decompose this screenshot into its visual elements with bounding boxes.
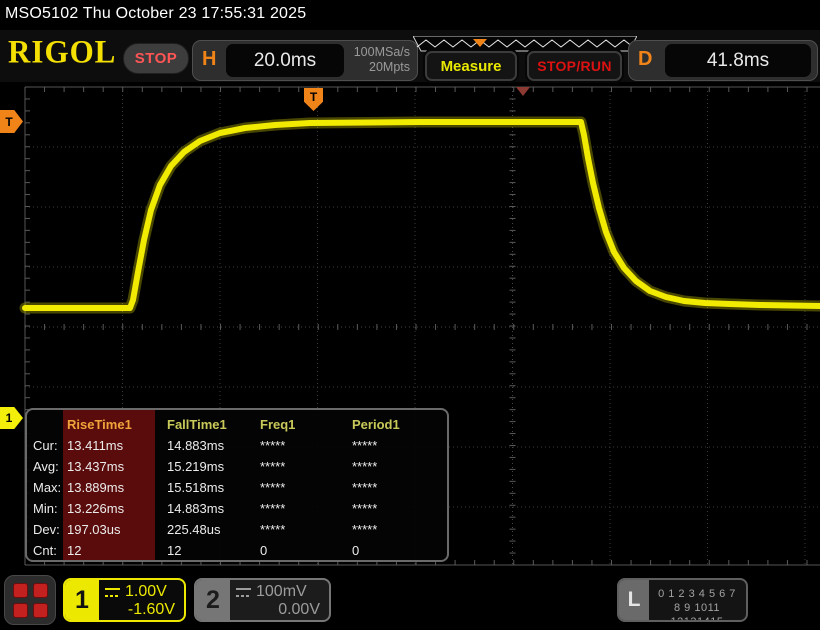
oscilloscope-screen: MSO5102 Thu October 23 17:55:31 2025 RIG… [0,0,820,630]
row-label: Dev: [33,522,60,537]
sample-rate: 100MSa/s [353,45,410,59]
cell: ***** [352,501,378,516]
channel2-badge[interactable]: 2 100mV 0.00V [194,578,331,622]
measurement-grid: RiseTime1 FallTime1 Freq1 Period1 Cur: 1… [27,410,447,561]
run-state-label: STOP [134,50,178,67]
run-state-badge[interactable]: STOP [123,43,189,74]
la-label: L [619,580,649,620]
cell: 12 [67,543,82,558]
channel2-number: 2 [196,580,230,620]
red-square-icon [32,602,48,618]
measurement-table[interactable]: RiseTime1 FallTime1 Freq1 Period1 Cur: 1… [25,408,449,562]
cell: 0 [260,543,268,558]
cell: 13.889ms [67,480,125,495]
stop-run-button-label: STOP/RUN [537,58,612,74]
cell: ***** [260,459,286,474]
stop-run-button[interactable]: STOP/RUN [527,51,622,81]
delay-position-marker [516,87,530,96]
channel1-scale: 1.00V [125,583,167,600]
top-status-bar: MSO5102 Thu October 23 17:55:31 2025 [0,0,820,30]
channel1-number: 1 [65,580,99,620]
acquisition-info: 100MSa/s 20Mpts [354,45,410,75]
cell: 14.883ms [167,501,225,516]
rigol-logo: RIGOL [8,33,117,70]
cell: 14.883ms [167,438,225,453]
header-bar: RIGOL STOP H 20.0ms 100MSa/s 20Mpts Meas… [0,30,820,82]
cell: 12 [167,543,182,558]
row-label: Max: [33,480,62,495]
cell: 15.219ms [167,459,225,474]
la-channels-row1: 0 1 2 3 4 5 6 7 [658,588,736,600]
row-label: Min: [33,501,58,516]
cell: ***** [352,480,378,495]
col-freq1: Freq1 [260,417,296,432]
cell: 225.48us [167,522,221,537]
cell: ***** [352,522,378,537]
row-label: Cur: [33,438,58,453]
timebase-value: 20.0ms [253,49,317,71]
cell: 197.03us [67,522,121,537]
delay-panel[interactable]: D 41.8ms [628,40,818,81]
cell: 15.518ms [167,480,225,495]
measure-button-label: Measure [440,57,502,75]
cell: 0 [352,543,360,558]
measure-button[interactable]: Measure [425,51,517,81]
red-square-icon [12,602,28,618]
dc-coupling-icon [105,587,120,597]
timebase-inset: 20.0ms [226,44,344,77]
h-label: H [202,48,217,70]
red-square-icon [12,582,28,598]
channel2-scale: 100mV [256,583,307,600]
col-period1: Period1 [352,417,400,432]
cell: ***** [260,480,286,495]
row-label: Avg: [33,459,59,474]
cell: 13.437ms [67,459,125,474]
col-falltime1: FallTime1 [167,417,227,432]
model-and-datetime: MSO5102 Thu October 23 17:55:31 2025 [5,5,307,22]
channel2-offset: 0.00V [278,601,320,618]
channel1-badge[interactable]: 1 1.00V -1.60V [63,578,186,622]
cell: ***** [260,438,286,453]
la-channels-row2: 8 9 1011 12131415 [670,602,724,622]
ch1-trace-glow [19,116,820,314]
cell: ***** [352,459,378,474]
cell: ***** [352,438,378,453]
logic-analyzer-badge[interactable]: L 0 1 2 3 4 5 6 7 8 9 1011 12131415 [617,578,748,622]
col-risetime1: RiseTime1 [67,417,132,432]
delay-inset: 41.8ms [665,44,811,77]
horizontal-timebase-panel[interactable]: H 20.0ms 100MSa/s 20Mpts [192,40,418,81]
bottom-bar: 1 1.00V -1.60V 2 100mV 0.00V L 0 1 2 3 4… [0,568,820,630]
cell: 13.411ms [67,438,124,453]
row-label: Cnt: [33,543,57,558]
channel1-offset: -1.60V [127,601,175,618]
d-label: D [638,48,653,70]
memory-waveform-strip[interactable] [413,36,637,52]
cell: ***** [260,501,286,516]
cell: ***** [260,522,286,537]
delay-value: 41.8ms [706,49,770,71]
windows-menu-icon[interactable] [4,575,56,625]
cell: 13.226ms [67,501,125,516]
memory-depth: 20Mpts [369,60,410,74]
red-square-icon [32,582,48,598]
dc-coupling-icon [236,587,251,597]
